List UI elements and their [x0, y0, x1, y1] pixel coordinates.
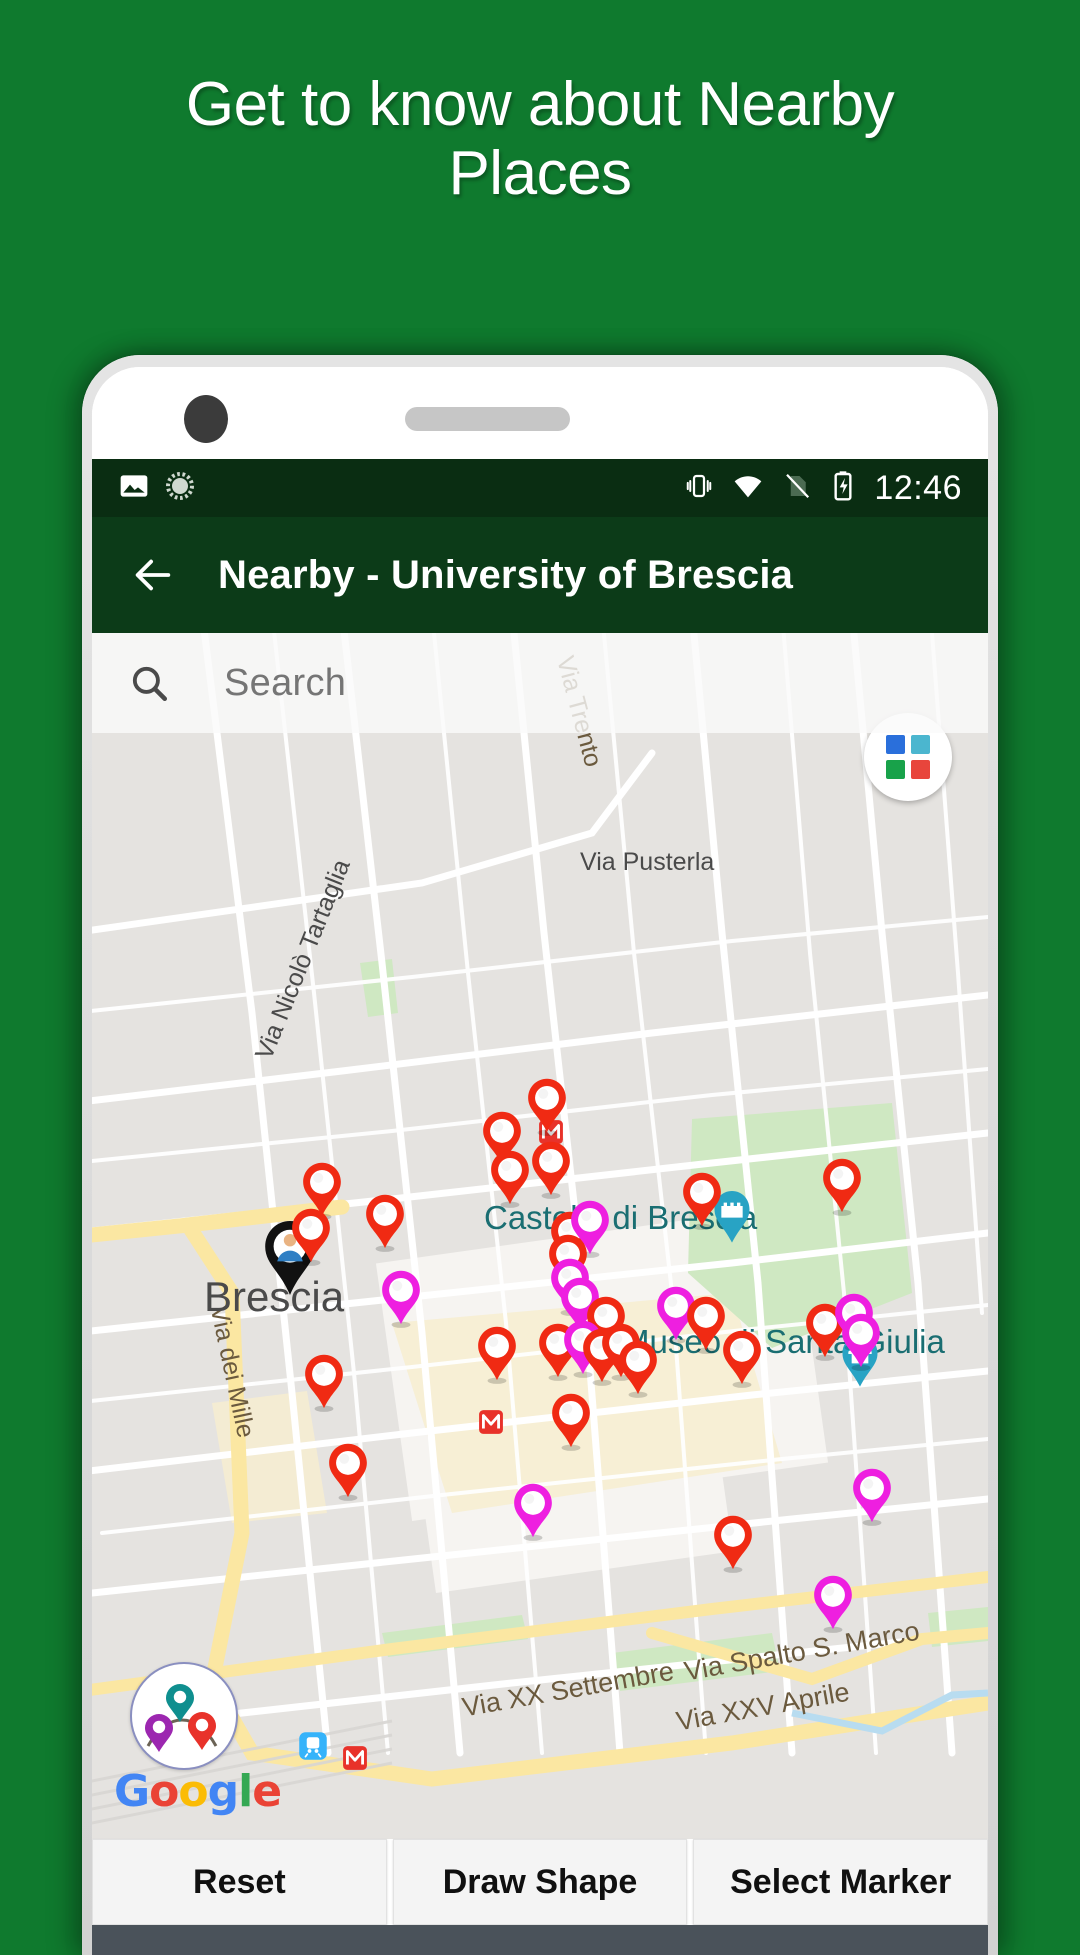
page-title: Nearby - University of Brescia	[218, 552, 794, 597]
status-bar-clock: 12:46	[874, 468, 962, 507]
bottom-action-bar: Reset Draw Shape Select Marker	[92, 1839, 988, 1925]
map-marker[interactable]	[529, 1140, 573, 1200]
back-arrow-icon[interactable]	[130, 552, 176, 598]
google-logo-letter: e	[252, 1766, 282, 1817]
map-marker[interactable]	[302, 1353, 346, 1413]
map-swatch-normal	[886, 760, 905, 779]
map-marker[interactable]	[525, 1077, 569, 1137]
map-marker[interactable]	[549, 1392, 593, 1452]
google-logo-letter: g	[207, 1766, 239, 1817]
marker-layer	[92, 633, 988, 1839]
map-marker[interactable]	[289, 1207, 333, 1267]
google-logo-letter: G	[114, 1766, 150, 1817]
map-marker[interactable]	[616, 1339, 660, 1399]
app-bar: Nearby - University of Brescia	[92, 517, 988, 633]
status-bar-right-icons: 12:46	[684, 469, 988, 508]
earpiece-speaker	[405, 407, 570, 431]
image-icon	[118, 470, 150, 507]
map-marker[interactable]	[839, 1312, 883, 1372]
map-branding: Google	[114, 1662, 282, 1817]
phone-screen: 12:46 Nearby - University of Brescia Via…	[92, 367, 988, 1955]
google-logo-letter: o	[149, 1766, 179, 1817]
map-swatch-hybrid	[911, 760, 930, 779]
map-marker[interactable]	[379, 1269, 423, 1329]
map-marker[interactable]	[811, 1574, 855, 1634]
sync-progress-icon	[164, 470, 196, 507]
map-marker[interactable]	[326, 1442, 370, 1502]
vibrate-icon	[684, 471, 714, 506]
map-marker[interactable]	[488, 1149, 532, 1209]
battery-charging-icon	[830, 470, 856, 507]
android-navigation-bar	[92, 1925, 988, 1955]
wifi-icon	[732, 470, 764, 507]
status-bar-left-icons	[92, 470, 196, 507]
reset-button[interactable]: Reset	[92, 1839, 387, 1925]
select-marker-button[interactable]: Select Marker	[693, 1839, 988, 1925]
search-icon	[128, 662, 170, 704]
status-bar: 12:46	[92, 459, 988, 517]
map-marker[interactable]	[475, 1325, 519, 1385]
map-swatch-terrain	[911, 735, 930, 754]
search-input[interactable]	[222, 660, 786, 706]
map-marker[interactable]	[363, 1193, 407, 1253]
google-logo-letter: l	[238, 1766, 253, 1817]
google-attribution: Google	[114, 1766, 282, 1817]
map-marker[interactable]	[711, 1514, 755, 1574]
map-marker[interactable]	[720, 1329, 764, 1389]
map-marker[interactable]	[511, 1482, 555, 1542]
draw-shape-button[interactable]: Draw Shape	[392, 1839, 688, 1925]
map-marker[interactable]	[850, 1467, 894, 1527]
phone-top-row	[92, 367, 988, 459]
nearby-places-logo	[130, 1662, 238, 1770]
phone-mockup: 12:46 Nearby - University of Brescia Via…	[82, 355, 998, 1955]
map-marker[interactable]	[680, 1171, 724, 1231]
front-camera-icon	[184, 395, 228, 443]
no-sim-icon	[782, 471, 812, 506]
search-bar[interactable]	[92, 633, 988, 733]
map-swatch-satellite	[886, 735, 905, 754]
google-logo-letter: o	[178, 1766, 208, 1817]
page-title: Get to know about Nearby Places	[185, 70, 895, 209]
map-view[interactable]: Via Trento Via Nicolò Tartaglia Via Pust…	[92, 633, 988, 1839]
map-marker[interactable]	[820, 1157, 864, 1217]
